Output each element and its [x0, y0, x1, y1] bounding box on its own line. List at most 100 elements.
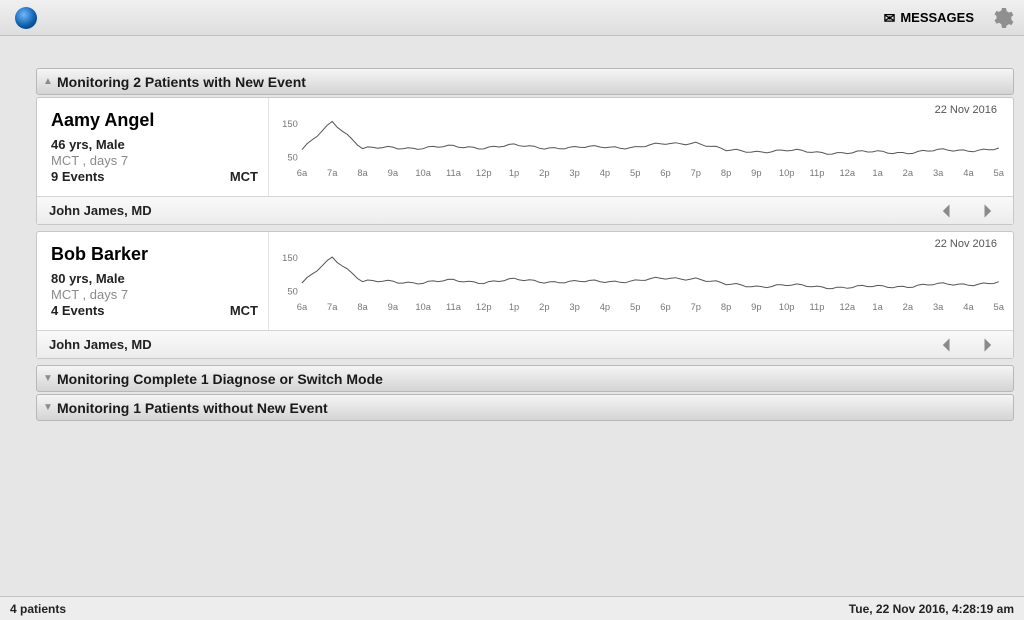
svg-text:1p: 1p	[509, 302, 519, 312]
envelope-icon: ✉	[884, 11, 896, 25]
patient-mode: MCT	[230, 169, 258, 184]
svg-text:7p: 7p	[691, 302, 701, 312]
patient-events: 4 Events	[51, 303, 254, 318]
patient-demo: 46 yrs, Male	[51, 137, 254, 152]
patient-card[interactable]: Bob Barker 80 yrs, Male MCT , days 7 4 E…	[36, 231, 1014, 359]
svg-text:7a: 7a	[327, 168, 338, 178]
next-day-button[interactable]	[973, 201, 1001, 221]
svg-text:9a: 9a	[388, 168, 399, 178]
svg-text:5p: 5p	[630, 302, 640, 312]
svg-text:2a: 2a	[903, 302, 914, 312]
svg-text:11p: 11p	[810, 168, 825, 178]
physician-name: John James, MD	[49, 337, 152, 352]
status-bar: 4 patients Tue, 22 Nov 2016, 4:28:19 am	[0, 596, 1024, 620]
patient-info: Aamy Angel 46 yrs, Male MCT , days 7 9 E…	[37, 98, 269, 196]
svg-text:4a: 4a	[963, 302, 974, 312]
svg-text:6a: 6a	[297, 302, 308, 312]
svg-text:2p: 2p	[539, 168, 549, 178]
svg-text:7a: 7a	[327, 302, 338, 312]
messages-link[interactable]: ✉ MESSAGES	[884, 10, 974, 25]
svg-text:8p: 8p	[721, 168, 731, 178]
svg-text:6a: 6a	[297, 168, 308, 178]
svg-text:10a: 10a	[415, 168, 432, 178]
section-complete-label: Monitoring Complete 1 Diagnose or Switch…	[57, 371, 383, 387]
section-new-event-label: Monitoring 2 Patients with New Event	[57, 74, 306, 90]
svg-text:6p: 6p	[660, 168, 670, 178]
svg-text:5p: 5p	[630, 168, 640, 178]
svg-text:11a: 11a	[446, 168, 462, 178]
patient-name: Bob Barker	[51, 244, 254, 265]
prev-day-button[interactable]	[933, 201, 961, 221]
svg-text:6p: 6p	[660, 302, 670, 312]
svg-text:12a: 12a	[839, 302, 856, 312]
svg-text:150: 150	[282, 119, 298, 129]
next-day-button[interactable]	[973, 335, 1001, 355]
svg-text:4p: 4p	[600, 168, 610, 178]
patient-demo: 80 yrs, Male	[51, 271, 254, 286]
section-complete[interactable]: ▼ Monitoring Complete 1 Diagnose or Swit…	[36, 365, 1014, 392]
section-no-event-label: Monitoring 1 Patients without New Event	[57, 400, 328, 416]
svg-text:4p: 4p	[600, 302, 610, 312]
svg-text:3p: 3p	[569, 168, 579, 178]
chevron-down-icon: ▼	[43, 373, 53, 384]
patient-mode: MCT	[230, 303, 258, 318]
svg-text:1a: 1a	[872, 168, 883, 178]
hr-trend-chart: 501506a7a8a9a10a11a12p1p2p3p4p5p6p7p8p9p…	[277, 102, 1005, 178]
svg-text:3a: 3a	[933, 302, 944, 312]
chevron-right-icon	[977, 201, 997, 221]
svg-text:11a: 11a	[446, 302, 462, 312]
chevron-up-icon: ▲	[43, 76, 53, 87]
section-no-event[interactable]: ▼ Monitoring 1 Patients without New Even…	[36, 394, 1014, 421]
svg-text:8a: 8a	[357, 168, 368, 178]
svg-text:10p: 10p	[779, 168, 795, 178]
chart-date: 22 Nov 2016	[935, 104, 997, 116]
svg-text:12a: 12a	[839, 168, 856, 178]
chart-date: 22 Nov 2016	[935, 238, 997, 250]
svg-text:9p: 9p	[751, 168, 761, 178]
svg-text:4a: 4a	[963, 168, 974, 178]
svg-text:1p: 1p	[509, 168, 519, 178]
status-datetime: Tue, 22 Nov 2016, 4:28:19 am	[849, 602, 1014, 616]
svg-text:12p: 12p	[476, 302, 492, 312]
svg-text:1a: 1a	[872, 302, 883, 312]
messages-label: MESSAGES	[900, 10, 974, 25]
status-patient-count: 4 patients	[10, 602, 66, 616]
svg-text:9p: 9p	[751, 302, 761, 312]
hr-trend-chart: 50 150 6a 7a 8a 9a 10a 11a 12p 1p 2p 3p 4p 5p 6p 7p 8p 9p…	[277, 236, 1005, 312]
svg-text:10p: 10p	[779, 302, 795, 312]
patient-mode-days: MCT , days 7	[51, 287, 254, 302]
patient-mode-days: MCT , days 7	[51, 153, 254, 168]
prev-day-button[interactable]	[933, 335, 961, 355]
svg-text:3p: 3p	[569, 302, 579, 312]
section-new-event[interactable]: ▲ Monitoring 2 Patients with New Event	[36, 68, 1014, 95]
svg-text:2a: 2a	[903, 168, 914, 178]
chevron-down-icon: ▼	[43, 402, 53, 413]
top-bar: ✉ MESSAGES	[0, 0, 1024, 36]
globe-icon[interactable]	[15, 7, 37, 29]
gear-icon	[990, 6, 1014, 30]
svg-text:9a: 9a	[388, 302, 399, 312]
svg-text:150: 150	[282, 253, 298, 263]
trend-chart-area: 22 Nov 2016 501506a7a8a9a10a11a12p1p2p3p…	[269, 98, 1013, 196]
svg-text:8p: 8p	[721, 302, 731, 312]
svg-text:12p: 12p	[476, 168, 492, 178]
chevron-left-icon	[937, 201, 957, 221]
chevron-right-icon	[977, 335, 997, 355]
svg-text:11p: 11p	[810, 302, 825, 312]
chevron-left-icon	[937, 335, 957, 355]
svg-text:5a: 5a	[994, 168, 1005, 178]
settings-button[interactable]	[990, 6, 1014, 30]
svg-text:8a: 8a	[357, 302, 368, 312]
patient-name: Aamy Angel	[51, 110, 254, 131]
physician-name: John James, MD	[49, 203, 152, 218]
patient-card[interactable]: Aamy Angel 46 yrs, Male MCT , days 7 9 E…	[36, 97, 1014, 225]
patient-events: 9 Events	[51, 169, 254, 184]
patient-info: Bob Barker 80 yrs, Male MCT , days 7 4 E…	[37, 232, 269, 330]
svg-text:50: 50	[287, 286, 297, 296]
svg-text:10a: 10a	[415, 302, 432, 312]
svg-text:2p: 2p	[539, 302, 549, 312]
trend-chart-area: 22 Nov 2016 50 150 6a 7a 8a 9a 10a 11a 12p 1p 2p 3p…	[269, 232, 1013, 330]
svg-text:3a: 3a	[933, 168, 944, 178]
svg-text:5a: 5a	[994, 302, 1005, 312]
content-area: ▲ Monitoring 2 Patients with New Event A…	[0, 36, 1024, 421]
